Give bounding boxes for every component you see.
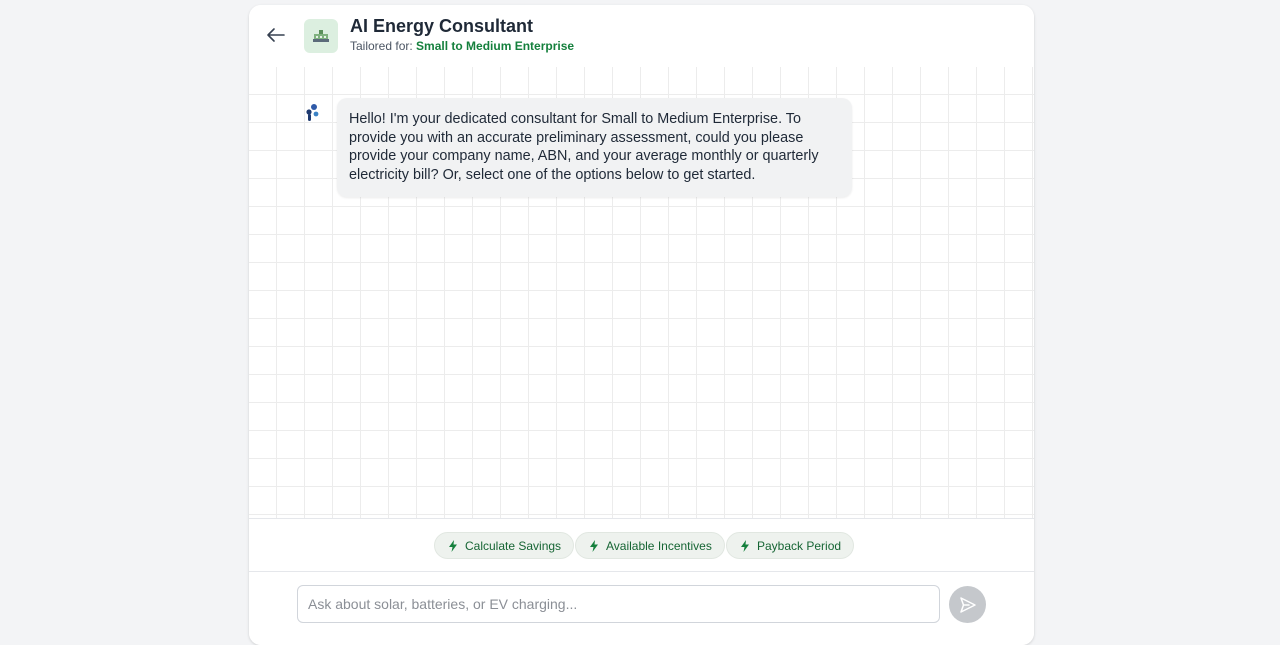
assistant-message: Hello! I'm your dedicated consultant for… bbox=[337, 98, 852, 198]
office-building-icon bbox=[313, 30, 329, 42]
chat-window: AI Energy Consultant Tailored for: Small… bbox=[249, 5, 1034, 645]
send-icon bbox=[959, 596, 976, 613]
back-button[interactable] bbox=[263, 23, 289, 47]
segment-label: Small to Medium Enterprise bbox=[416, 39, 575, 53]
chip-label: Payback Period bbox=[757, 538, 842, 553]
available-incentives-chip[interactable]: Available Incentives bbox=[575, 532, 725, 559]
page-title: AI Energy Consultant bbox=[350, 16, 534, 36]
chat-messages[interactable]: Hello! I'm your dedicated consultant for… bbox=[249, 67, 1034, 518]
tailored-for-text: Tailored for: Small to Medium Enterprise bbox=[350, 39, 574, 53]
send-button[interactable] bbox=[949, 586, 986, 623]
consultant-logo bbox=[304, 19, 338, 53]
arrow-left-icon bbox=[267, 28, 285, 42]
lightning-bolt-icon bbox=[588, 539, 600, 552]
tailored-label: Tailored for: bbox=[350, 39, 413, 53]
chat-input[interactable] bbox=[297, 585, 940, 623]
bot-logo-icon bbox=[306, 104, 319, 121]
calculate-savings-chip[interactable]: Calculate Savings bbox=[434, 532, 575, 559]
payback-period-chip[interactable]: Payback Period bbox=[726, 532, 855, 559]
composer bbox=[249, 572, 1034, 645]
bot-avatar bbox=[305, 103, 321, 123]
lightning-bolt-icon bbox=[447, 539, 459, 552]
quick-actions: Calculate Savings Available Incentives P… bbox=[249, 518, 1034, 572]
chip-label: Available Incentives bbox=[606, 538, 712, 553]
lightning-bolt-icon bbox=[739, 539, 751, 552]
chat-header: AI Energy Consultant Tailored for: Small… bbox=[249, 5, 1034, 68]
chip-label: Calculate Savings bbox=[465, 538, 562, 553]
